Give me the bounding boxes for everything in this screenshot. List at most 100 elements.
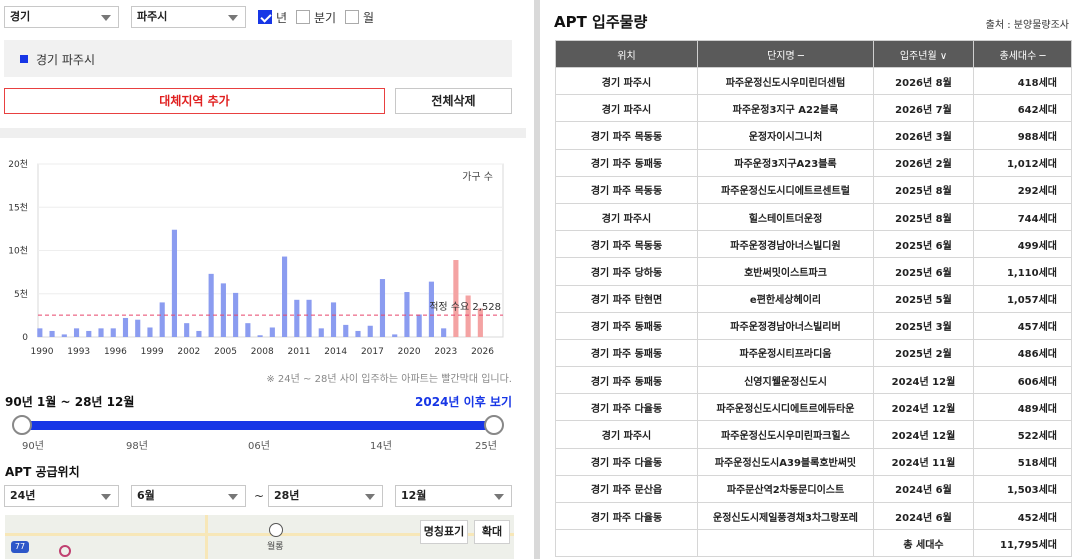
chevron-down-icon: [101, 15, 111, 21]
period-quarter-checkbox[interactable]: 분기: [296, 9, 336, 25]
add-region-button[interactable]: 대체지역 추가: [4, 88, 385, 114]
table-row[interactable]: 경기 파주 문산읍 파주문산역2차동문디이스트 2024년 6월 1,503세대: [555, 474, 1072, 504]
cell-total-units: 1,057세대: [973, 284, 1072, 313]
map-place-label: 월롱: [267, 542, 284, 552]
cell-move-in-date: 2024년 6월: [873, 474, 974, 504]
y-tick-label: 20천: [8, 159, 28, 170]
chevron-down-icon: [365, 494, 375, 500]
bar: [330, 302, 337, 337]
table-row[interactable]: 경기 파주 다율동 운정신도시제일풍경채3차그랑포레 2024년 6월 452세대: [555, 501, 1072, 531]
y-tick-label: 10천: [8, 246, 28, 257]
cell-total-units: 1,110세대: [973, 257, 1072, 286]
bar: [159, 302, 165, 337]
period-quarter-label: 분기: [314, 10, 337, 25]
bar: [122, 317, 129, 337]
bar: [282, 256, 288, 337]
cell-move-in-date: 2024년 11월: [873, 447, 974, 476]
column-total-units[interactable]: 총세대수 ─: [973, 40, 1072, 68]
range-separator: ~: [254, 489, 265, 503]
period-month-checkbox[interactable]: 월: [345, 9, 374, 25]
left-panel: 경기 파주시 년 분기 월 경기 파주시 대체지역 추가 전체삭제 0 5천 10천…: [0, 0, 526, 559]
period-year-label: 년: [276, 10, 288, 25]
cell-complex-name: 호반써밋이스트파크: [697, 257, 874, 286]
province-select[interactable]: 경기: [4, 6, 119, 28]
selected-region-item[interactable]: 경기 파주시: [36, 51, 95, 68]
x-tick-label: 1990: [31, 347, 54, 357]
table-row[interactable]: 경기 파주시 파주운정신도시우미린파크힐스 2024년 12월 522세대: [555, 420, 1072, 449]
range-end-handle[interactable]: [484, 415, 504, 435]
table-row[interactable]: 경기 파주 목동동 파주운정신도시디에트르센트럴 2025년 8월 292세대: [555, 175, 1072, 204]
map-road: [205, 515, 208, 559]
column-complex-name[interactable]: 단지명 ─: [697, 40, 874, 68]
cell-total-units: 988세대: [973, 121, 1072, 150]
column-location[interactable]: 위치: [555, 40, 698, 68]
table-row[interactable]: 경기 파주시 파주운정신도시우미린더센텀 2026년 8월 418세대: [555, 66, 1072, 96]
bar: [110, 328, 116, 337]
cell-total-units: 1,012세대: [973, 148, 1072, 177]
bar: [379, 279, 386, 337]
table-total-row: 총 세대수 11,795세대: [555, 529, 1072, 558]
table-row[interactable]: 경기 파주 다율동 파주운정신도시A39블록호반써밋 2024년 11월 518세대: [555, 447, 1072, 476]
after-2024-link[interactable]: 2024년 이후 보기: [415, 393, 512, 410]
bar: [171, 229, 178, 337]
cell-location: 경기 파주 동패동: [555, 148, 698, 177]
table-row[interactable]: 경기 파주 목동동 파주운정경남아너스빌디원 2025년 6월 499세대: [555, 230, 1072, 259]
x-tick-label: 2023: [434, 347, 457, 357]
bar: [49, 330, 55, 337]
to-year-select[interactable]: 28년: [268, 485, 383, 507]
table-row[interactable]: 경기 파주 동패동 파주운정3지구A23블록 2026년 2월 1,012세대: [555, 148, 1072, 177]
cell-total-units: 1,503세대: [973, 474, 1072, 504]
table-row[interactable]: 경기 파주 목동동 운정자이시그니처 2026년 3월 988세대: [555, 121, 1072, 150]
cell-move-in-date: 2026년 7월: [873, 94, 974, 123]
from-year-select[interactable]: 24년: [4, 485, 119, 507]
cell-move-in-date: 2025년 8월: [873, 175, 974, 204]
cell-move-in-date: 2025년 2월: [873, 338, 974, 368]
checkbox-empty-icon: [345, 10, 359, 24]
table-row[interactable]: 경기 파주 당하동 호반써밋이스트파크 2025년 6월 1,110세대: [555, 257, 1072, 286]
range-tick: 14년: [370, 441, 392, 452]
city-select[interactable]: 파주시: [131, 6, 246, 28]
table-row[interactable]: 경기 파주 탄현면 e편한세상헤이리 2025년 5월 1,057세대: [555, 284, 1072, 313]
chevron-down-icon: [228, 15, 238, 21]
bar: [98, 328, 104, 337]
show-labels-button[interactable]: 명칭표기: [420, 520, 468, 544]
checkbox-empty-icon: [296, 10, 310, 24]
table-row[interactable]: 경기 파주 동패동 파주운정시티프라디움 2025년 2월 486세대: [555, 338, 1072, 368]
x-tick-label: 2011: [288, 347, 311, 357]
period-year-checkbox[interactable]: 년: [258, 9, 287, 25]
bar: [184, 323, 190, 337]
x-tick-label: 1996: [104, 347, 127, 357]
cell-total-units: 499세대: [973, 230, 1072, 259]
reference-line-label: 적정 수요 2,528: [429, 301, 501, 313]
from-month-value: 6월: [137, 489, 155, 502]
chevron-down-icon: [101, 494, 111, 500]
table-row[interactable]: 경기 파주 동패동 파주운정경남아너스빌리버 2025년 3월 457세대: [555, 311, 1072, 340]
chart-note: ※ 24년 ~ 28년 사이 입주하는 아파트는 빨간막대 입니다.: [266, 374, 512, 385]
year-range-slider[interactable]: [22, 421, 494, 430]
cell-move-in-date: 2026년 8월: [873, 66, 974, 96]
cell-complex-name: 파주운정3지구 A22블록: [697, 94, 874, 123]
to-month-select[interactable]: 12월: [395, 485, 512, 507]
bar: [245, 323, 251, 337]
bar: [318, 328, 324, 337]
cell-total-units: 642세대: [973, 94, 1072, 123]
bar-future: [453, 260, 459, 337]
cell-complex-name: 신영지웰운정신도시: [697, 366, 874, 395]
table-row[interactable]: 경기 파주시 파주운정3지구 A22블록 2026년 7월 642세대: [555, 94, 1072, 123]
table-row[interactable]: 경기 파주 다율동 파주운정신도시디에트르에듀타운 2024년 12월 489세대: [555, 393, 1072, 422]
zoom-button[interactable]: 확대: [474, 520, 510, 544]
to-year-value: 28년: [274, 489, 300, 502]
range-title: 90년 1월 ~ 28년 12월: [5, 395, 135, 409]
range-tick: 06년: [248, 441, 270, 452]
range-start-handle[interactable]: [12, 415, 32, 435]
table-row[interactable]: 경기 파주시 힐스테이트더운정 2025년 8월 744세대: [555, 202, 1072, 232]
bar: [404, 292, 410, 337]
delete-all-button[interactable]: 전체삭제: [395, 88, 512, 114]
station-icon: [269, 523, 283, 537]
table-row[interactable]: 경기 파주 동패동 신영지웰운정신도시 2024년 12월 606세대: [555, 366, 1072, 395]
from-month-select[interactable]: 6월: [131, 485, 246, 507]
column-move-in-date[interactable]: 입주년월 ∨: [873, 40, 974, 68]
y-tick-label: 5천: [14, 289, 28, 300]
province-select-value: 경기: [10, 10, 31, 23]
cell-total-units: 606세대: [973, 366, 1072, 395]
